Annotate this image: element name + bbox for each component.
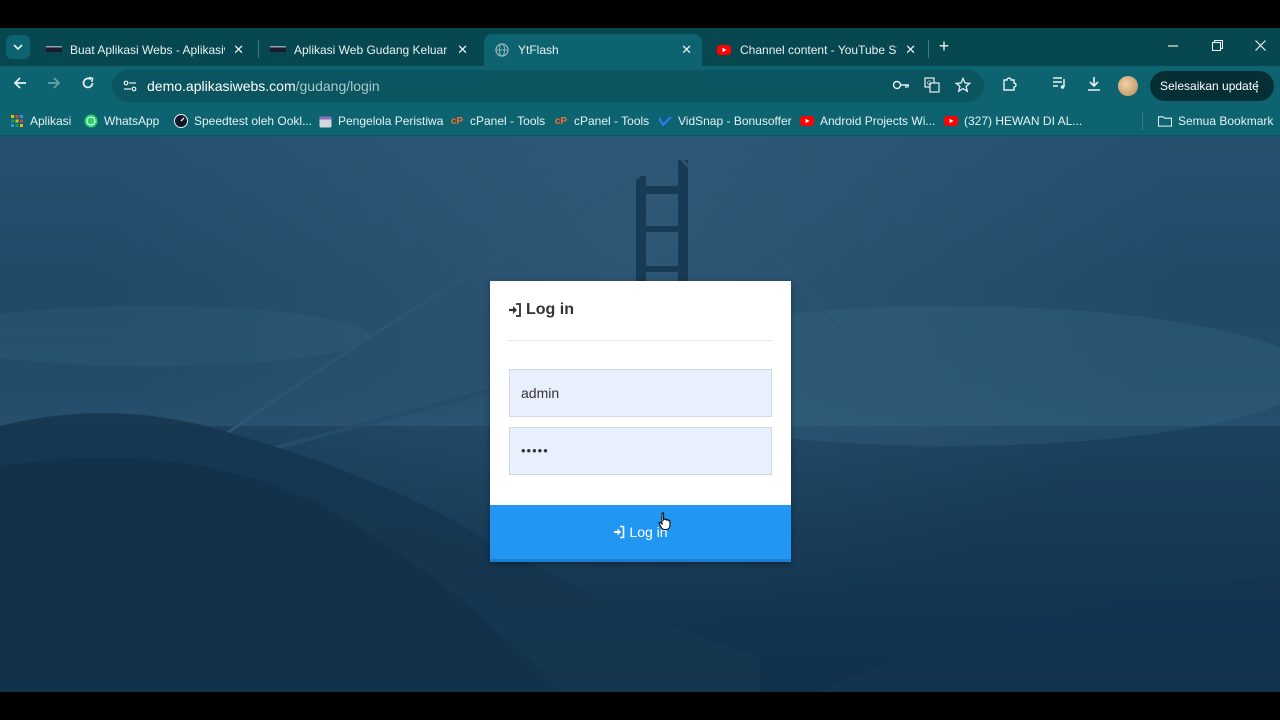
site-info-icon[interactable] [122, 78, 138, 94]
youtube-icon [944, 114, 958, 128]
tab-ytflash[interactable]: YtFlash ✕ [484, 34, 702, 66]
globe-icon [494, 42, 510, 58]
bookmark-label: Android Projects Wi... [820, 114, 936, 128]
bookmark-whatsapp[interactable]: WhatsApp [84, 113, 159, 129]
bookmark-label: Pengelola Peristiwa [338, 114, 444, 128]
close-window-button[interactable] [1245, 36, 1275, 58]
password-input[interactable]: ••••• [509, 427, 772, 475]
bookmark-label: cPanel - Tools [470, 114, 546, 128]
puzzle-icon [1003, 77, 1017, 91]
downloads-button[interactable] [1084, 76, 1104, 96]
close-icon[interactable]: ✕ [681, 42, 692, 58]
close-icon[interactable]: ✕ [457, 42, 468, 58]
bookmark-label: Semua Bookmark [1178, 114, 1274, 128]
media-controls-button[interactable] [1050, 76, 1070, 96]
chevron-down-icon [13, 44, 23, 51]
cpanel-icon: cP [554, 115, 568, 127]
tab-youtube-studio[interactable]: Channel content - YouTube Stu ✕ [706, 34, 926, 66]
browser-toolbar: demo.aplikasiwebs.com/gudang/login G Sel… [0, 66, 1280, 106]
bookmark-label: Speedtest oleh Ookl... [194, 114, 313, 128]
update-label: Selesaikan update [1160, 79, 1259, 93]
minimize-button[interactable] [1158, 36, 1188, 58]
calendar-icon [318, 114, 332, 128]
site-dark-icon [270, 42, 286, 58]
new-tab-button[interactable]: + [934, 36, 954, 56]
extensions-button[interactable] [1000, 76, 1020, 96]
browser-window: Buat Aplikasi Webs - Aplikasiwe ✕ Aplika… [0, 28, 1280, 692]
bookmarks-bar: Aplikasi WhatsApp Speedtest oleh Ookl...… [0, 106, 1280, 136]
tab-title: Buat Aplikasi Webs - Aplikasiwe [70, 43, 226, 57]
bookmark-label: WhatsApp [104, 114, 160, 128]
vidsnap-icon [658, 114, 672, 128]
back-button[interactable] [10, 76, 30, 96]
letterbox-top [0, 0, 1280, 28]
reload-icon [82, 76, 94, 89]
tab-aplikasi-web-gudang[interactable]: Aplikasi Web Gudang Keluar M ✕ [260, 34, 478, 66]
youtube-icon [800, 114, 814, 128]
tab-search-button[interactable] [6, 35, 30, 59]
login-page: Log in admin ••••• Log in [0, 136, 1280, 692]
translate-icon[interactable]: G [923, 77, 941, 95]
bookmark-pengelola-peristiwa[interactable]: Pengelola Peristiwa [318, 113, 443, 129]
password-key-icon[interactable] [892, 77, 910, 95]
youtube-icon [716, 42, 732, 58]
restore-icon [1211, 39, 1223, 52]
bookmark-star-icon[interactable] [954, 76, 972, 95]
bookmark-aplikasi[interactable]: Aplikasi [10, 113, 71, 129]
url-text[interactable]: demo.aplikasiwebs.com/gudang/login [147, 78, 380, 94]
bookmarks-separator [1142, 112, 1143, 130]
bookmark-cpanel-2[interactable]: cP cPanel - Tools [554, 113, 649, 129]
restore-button[interactable] [1202, 36, 1232, 58]
tab-separator [258, 40, 259, 58]
svg-text:G: G [927, 80, 932, 87]
tab-separator [928, 40, 929, 58]
url-path: /gudang/login [295, 78, 380, 94]
download-icon [1088, 77, 1100, 91]
apps-grid-icon [10, 114, 24, 128]
tab-title: Aplikasi Web Gudang Keluar M [294, 43, 450, 57]
login-button[interactable]: Log in [490, 505, 791, 562]
playlist-icon [1053, 77, 1065, 89]
tab-buat-aplikasi[interactable]: Buat Aplikasi Webs - Aplikasiwe ✕ [36, 34, 254, 66]
letterbox-bottom [0, 692, 1280, 720]
bookmark-speedtest[interactable]: Speedtest oleh Ookl... [174, 113, 312, 129]
forward-button[interactable] [44, 76, 64, 96]
login-title: Log in [526, 301, 574, 318]
reload-button[interactable] [78, 76, 98, 96]
address-bar[interactable]: demo.aplikasiwebs.com/gudang/login G [112, 70, 984, 102]
bookmark-label: Aplikasi [30, 114, 72, 128]
bookmark-hewan-di-alam[interactable]: (327) HEWAN DI AL... [944, 113, 1082, 129]
more-vert-icon[interactable]: ⋮ [1250, 71, 1264, 101]
bookmark-label: (327) HEWAN DI AL... [964, 114, 1083, 128]
close-icon[interactable]: ✕ [233, 42, 244, 58]
tab-title: Channel content - YouTube Stu [740, 43, 898, 57]
close-icon [1254, 40, 1266, 51]
login-card: Log in admin ••••• Log in [490, 281, 791, 562]
tab-title: YtFlash [518, 43, 559, 57]
site-dark-icon [46, 42, 62, 58]
bookmark-cpanel-1[interactable]: cP cPanel - Tools [450, 113, 545, 129]
bookmark-android-projects[interactable]: Android Projects Wi... [800, 113, 935, 129]
whatsapp-icon [84, 114, 98, 128]
bookmark-label: cPanel - Tools [574, 114, 650, 128]
minimize-icon [1168, 45, 1178, 47]
sign-in-icon [614, 525, 625, 539]
username-input[interactable]: admin [509, 369, 772, 417]
url-host: demo.aplikasiwebs.com [147, 78, 296, 94]
arrow-right-icon [48, 77, 61, 89]
all-bookmarks-folder[interactable]: Semua Bookmark [1158, 113, 1273, 129]
folder-icon [1158, 114, 1172, 128]
tab-strip: Buat Aplikasi Webs - Aplikasiwe ✕ Aplika… [0, 28, 1280, 66]
finish-update-button[interactable]: Selesaikan update ⋮ [1150, 71, 1274, 101]
sign-in-icon [509, 303, 521, 317]
close-icon[interactable]: ✕ [905, 42, 916, 58]
arrow-left-icon [13, 77, 26, 89]
login-header: Log in [508, 299, 772, 341]
profile-avatar[interactable] [1118, 76, 1138, 96]
speedtest-icon [174, 114, 188, 128]
bookmark-vidsnap[interactable]: VidSnap - Bonusoffer [658, 113, 792, 129]
cpanel-icon: cP [450, 115, 464, 127]
bookmark-label: VidSnap - Bonusoffer [678, 114, 792, 128]
hand-cursor-icon [658, 512, 671, 530]
